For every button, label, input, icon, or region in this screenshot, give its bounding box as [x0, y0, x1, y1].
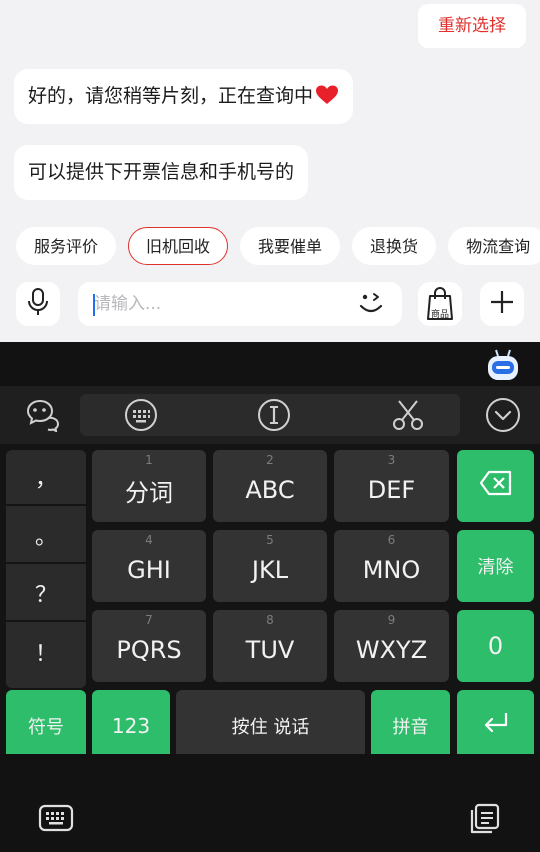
keyboard-toolbar: [0, 386, 540, 444]
chevron-down-icon[interactable]: [479, 386, 527, 444]
more-options-button[interactable]: [480, 282, 524, 326]
key-5[interactable]: 5 JKL: [213, 530, 327, 602]
punctuation-column: ， 。 ？ ！: [6, 450, 86, 688]
punct-key[interactable]: ！: [6, 624, 86, 680]
key-8[interactable]: 8 TUV: [213, 610, 327, 682]
message-input[interactable]: [78, 282, 402, 326]
punct-key[interactable]: ，: [6, 450, 86, 506]
key-3[interactable]: 3 DEF: [334, 450, 449, 522]
key-9[interactable]: 9 WXYZ: [334, 610, 449, 682]
keyboard-grid-icon[interactable]: [117, 386, 165, 444]
plus-icon: [489, 289, 515, 319]
text-caret: [93, 294, 95, 316]
keyboard-bottom-bar: [0, 754, 540, 852]
enter-icon: [481, 710, 511, 742]
input-bar: 商品: [0, 280, 540, 328]
chat-message-bubble: 可以提供下开票信息和手机号的: [14, 145, 309, 200]
clipboard-icon[interactable]: [466, 802, 502, 840]
chat-area: 重新选择 好的，请您稍等片刻，正在查询中 可以提供下开票信息和手机号的 服务评价…: [0, 0, 540, 342]
enter-key[interactable]: [457, 690, 534, 762]
key-7[interactable]: 7 PQRS: [92, 610, 206, 682]
scissors-icon[interactable]: [384, 386, 432, 444]
chat-bubbles-icon[interactable]: [20, 386, 68, 444]
chip-logistics[interactable]: 物流查询: [448, 227, 540, 265]
key-4[interactable]: 4 GHI: [92, 530, 206, 602]
robot-icon[interactable]: [486, 348, 520, 382]
pinyin-key[interactable]: 拼音: [371, 690, 450, 762]
heart-icon: [315, 85, 339, 112]
punct-key[interactable]: 。: [6, 508, 86, 564]
key-2[interactable]: 2 ABC: [213, 450, 327, 522]
keyboard-top-bar: [0, 342, 540, 386]
key-6[interactable]: 6 MNO: [334, 530, 449, 602]
numbers-key[interactable]: 123: [92, 690, 170, 762]
soft-keyboard: ， 。 ？ ！ 1 分词 2 ABC 3 DEF 4 GHI 5 JKL 6 MNO 清除 …: [0, 342, 540, 852]
backspace-icon: [479, 470, 513, 502]
message-text: 可以提供下开票信息和手机号的: [28, 161, 295, 183]
chip-trade-in[interactable]: 旧机回收: [128, 227, 229, 265]
keypad: ， 。 ？ ！ 1 分词 2 ABC 3 DEF 4 GHI 5 JKL 6 MNO 清除 …: [0, 444, 540, 762]
keyboard-icon[interactable]: [38, 804, 74, 836]
symbols-key[interactable]: 符号: [6, 690, 86, 762]
key-1[interactable]: 1 分词: [92, 450, 206, 522]
reselect-button[interactable]: 重新选择: [418, 4, 526, 48]
quick-reply-chips: 服务评价 旧机回收 我要催单 退换货 物流查询: [16, 227, 540, 265]
emoji-wink-icon: [357, 290, 385, 320]
message-text: 好的，请您稍等片刻，正在查询中: [28, 85, 314, 107]
punct-key[interactable]: ？: [6, 566, 86, 622]
chip-return-exchange[interactable]: 退换货: [352, 227, 437, 265]
zero-key[interactable]: 0: [457, 610, 534, 682]
text-cursor-icon[interactable]: [250, 386, 298, 444]
voice-input-button[interactable]: [16, 282, 60, 326]
clear-key[interactable]: 清除: [457, 530, 534, 602]
goods-button[interactable]: 商品: [418, 282, 462, 326]
chat-message-bubble: 好的，请您稍等片刻，正在查询中: [14, 69, 354, 124]
voice-space-key[interactable]: 按住 说话: [176, 690, 365, 762]
chip-service-review[interactable]: 服务评价: [16, 227, 117, 265]
chip-urge-order[interactable]: 我要催单: [240, 227, 341, 265]
goods-label: 商品: [430, 310, 449, 320]
emoji-button[interactable]: [356, 290, 386, 320]
backspace-key[interactable]: [457, 450, 534, 522]
shopping-bag-icon: 商品: [423, 286, 457, 322]
microphone-icon: [26, 288, 50, 320]
